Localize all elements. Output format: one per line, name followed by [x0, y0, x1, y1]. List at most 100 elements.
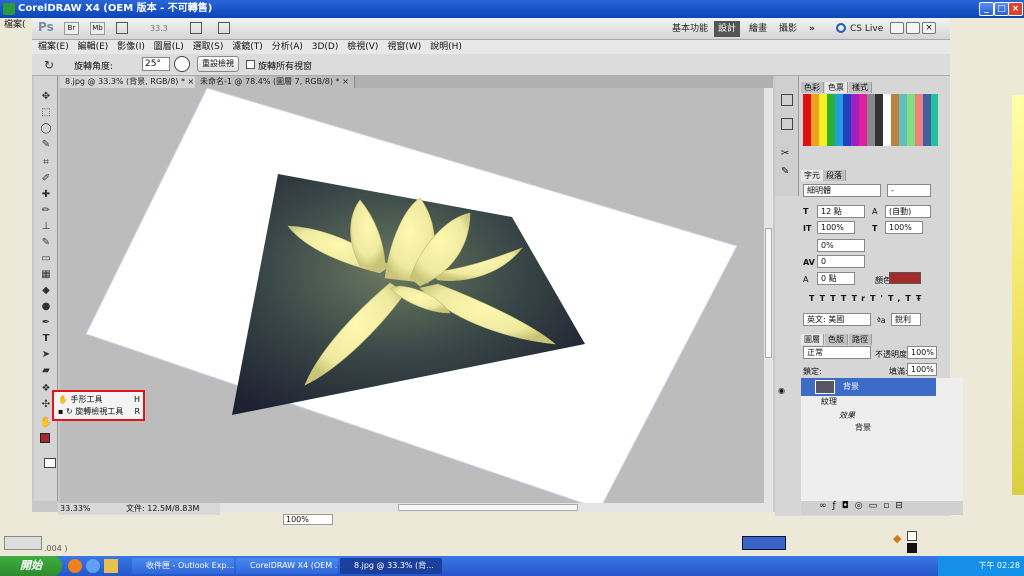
layer-item-background[interactable]: 背景 — [801, 378, 936, 396]
hand-tool-icon[interactable]: ✋ — [39, 416, 53, 430]
fill-bucket-icon[interactable]: ◆ — [893, 532, 901, 545]
shape-tool-icon[interactable]: ▰ — [39, 364, 53, 378]
no-fill-swatch[interactable] — [907, 531, 917, 541]
status-zoom[interactable]: 33.33% — [60, 503, 91, 515]
maximize-icon[interactable]: □ — [994, 2, 1009, 16]
quicklaunch-browser-icon[interactable] — [68, 559, 82, 573]
menu-analysis[interactable]: 分析(A) — [272, 42, 303, 52]
3d-rotate-icon[interactable]: ❖ — [39, 382, 53, 396]
flyout-item-hand[interactable]: ✋ 手形工具 H — [58, 394, 142, 406]
tab-paragraph[interactable]: 段落 — [823, 170, 846, 181]
menu-layer[interactable]: 圖層(L) — [154, 42, 184, 52]
view-extras-icon[interactable] — [116, 22, 128, 34]
document-canvas[interactable] — [60, 88, 773, 503]
coreldraw-page-nav[interactable] — [4, 536, 42, 550]
blur-tool-icon[interactable]: ◆ — [39, 284, 53, 298]
quick-mask-icon[interactable] — [44, 458, 56, 468]
quicklaunch-folder-icon[interactable] — [104, 559, 118, 573]
opacity-input[interactable]: 100% — [907, 346, 937, 359]
menu-view[interactable]: 檢視(V) — [347, 42, 378, 52]
tab-channels[interactable]: 色版 — [825, 334, 848, 345]
tab-styles[interactable]: 樣式 — [849, 82, 872, 93]
layer-item-effects[interactable]: 效果 — [839, 410, 855, 421]
menu-image[interactable]: 影像(I) — [117, 42, 145, 52]
layer-item-texture[interactable]: 紋理 — [821, 396, 837, 407]
text-color-swatch[interactable] — [889, 272, 921, 284]
vertical-scroll-thumb[interactable] — [765, 228, 772, 358]
foreground-color-swatch[interactable] — [40, 433, 50, 443]
horizontal-scrollbar[interactable] — [220, 503, 773, 512]
eye-icon[interactable]: ◉ — [778, 386, 786, 395]
workspace-photography[interactable]: 攝影 — [775, 21, 801, 37]
angle-dial-icon[interactable] — [174, 56, 190, 72]
coreldraw-zoom-select[interactable]: 100% — [283, 514, 333, 525]
marquee-tool-icon[interactable]: ⬚ — [39, 106, 53, 120]
actions-icon[interactable] — [781, 118, 793, 130]
workspace-essentials[interactable]: 基本功能 — [668, 21, 712, 37]
font-style-select[interactable]: - — [887, 184, 931, 197]
tab-close-icon[interactable]: × — [342, 77, 349, 86]
language-bar[interactable] — [742, 536, 786, 550]
tab-color[interactable]: 色彩 — [801, 82, 824, 93]
tab-untitled-1[interactable]: 未命名-1 @ 78.4% (圖層 7, RGB/8) * × — [195, 76, 355, 88]
pen-tool-icon[interactable]: ✒ — [39, 316, 53, 330]
arrange-docs-icon[interactable] — [190, 22, 202, 34]
typography-buttons[interactable]: TTTTTrT'T,TŦ — [809, 294, 929, 303]
vertical-scale-input[interactable]: 100% — [817, 221, 855, 234]
task-photoshop[interactable]: 8.jpg @ 33.3% (背... — [340, 558, 442, 574]
screen-mode-icon[interactable] — [218, 22, 230, 34]
healing-brush-icon[interactable]: ✚ — [39, 188, 53, 202]
kerning-select[interactable]: 0 — [817, 255, 865, 268]
baseline-input[interactable]: 0 點 — [817, 272, 855, 285]
rotate-all-windows-checkbox[interactable] — [246, 60, 255, 69]
ps-restore-icon[interactable] — [906, 22, 920, 34]
history-icon[interactable] — [781, 94, 793, 106]
dodge-tool-icon[interactable]: ● — [39, 300, 53, 314]
vertical-scrollbar[interactable] — [764, 88, 773, 503]
rotated-document[interactable] — [60, 88, 773, 503]
font-family-select[interactable]: 細明體 — [803, 184, 881, 197]
antialias-select[interactable]: 銳利 — [891, 313, 921, 326]
flyout-item-rotate-view[interactable]: ▪ ↻ 旋轉檢視工具 R — [58, 406, 142, 418]
minimize-icon[interactable]: _ — [979, 2, 994, 16]
eraser-tool-icon[interactable]: ▭ — [39, 252, 53, 266]
eyedropper-tool-icon[interactable]: ✐ — [39, 172, 53, 186]
lasso-tool-icon[interactable]: ◯ — [39, 122, 53, 136]
menu-file[interactable]: 檔案(E) — [38, 42, 69, 52]
reset-view-button[interactable]: 重設檢視 — [197, 56, 239, 72]
clone-stamp-icon[interactable]: ⊥ — [39, 220, 53, 234]
menu-help[interactable]: 說明(H) — [430, 42, 462, 52]
mini-bridge-button[interactable]: Mb — [90, 22, 105, 35]
brush-tool-icon[interactable]: ✏ — [39, 204, 53, 218]
gradient-tool-icon[interactable]: ▦ — [39, 268, 53, 282]
task-outlook[interactable]: 收件匣 - Outlook Exp... — [132, 558, 234, 574]
font-size-select[interactable]: 12 點 — [817, 205, 865, 218]
layer-footer-buttons[interactable]: ∞ƒ◘◎▭▫⊟ — [801, 501, 963, 515]
menu-window[interactable]: 視窗(W) — [387, 42, 421, 52]
rotation-angle-input[interactable]: 25° — [142, 57, 170, 71]
tab-layers[interactable]: 圖層 — [801, 334, 824, 345]
history-brush-icon[interactable]: ✎ — [39, 236, 53, 250]
horizontal-scroll-thumb[interactable] — [398, 504, 578, 511]
close-icon[interactable]: × — [1008, 2, 1023, 16]
cs-live-button[interactable]: CS Live — [846, 21, 887, 37]
crop-tool-icon[interactable]: ⌗ — [39, 156, 53, 170]
blend-mode-select[interactable]: 正常 — [803, 346, 871, 359]
bridge-button[interactable]: Br — [64, 22, 79, 35]
fill-input[interactable]: 100% — [907, 363, 937, 376]
coreldraw-color-palette[interactable] — [1012, 95, 1024, 495]
workspace-design[interactable]: 設計 — [714, 21, 741, 37]
more-workspaces-icon[interactable]: » — [805, 21, 819, 37]
brush-panel-icon[interactable]: ✎ — [781, 166, 789, 177]
quicklaunch-ie-icon[interactable] — [86, 559, 100, 573]
menu-3d[interactable]: 3D(D) — [312, 42, 339, 52]
menu-select[interactable]: 選取(S) — [193, 42, 224, 52]
layer-item-bg-effect[interactable]: 背景 — [855, 422, 871, 433]
tab-swatches[interactable]: 色票 — [825, 82, 848, 93]
task-coreldraw[interactable]: CorelDRAW X4 (OEM ... — [236, 558, 338, 574]
swatch-grid[interactable] — [803, 94, 938, 146]
language-select[interactable]: 英文: 美國 — [803, 313, 871, 326]
tab-close-icon[interactable]: × — [188, 77, 195, 86]
tool-presets-icon[interactable]: ✂ — [781, 148, 789, 159]
type-tool-icon[interactable]: T — [39, 332, 53, 346]
